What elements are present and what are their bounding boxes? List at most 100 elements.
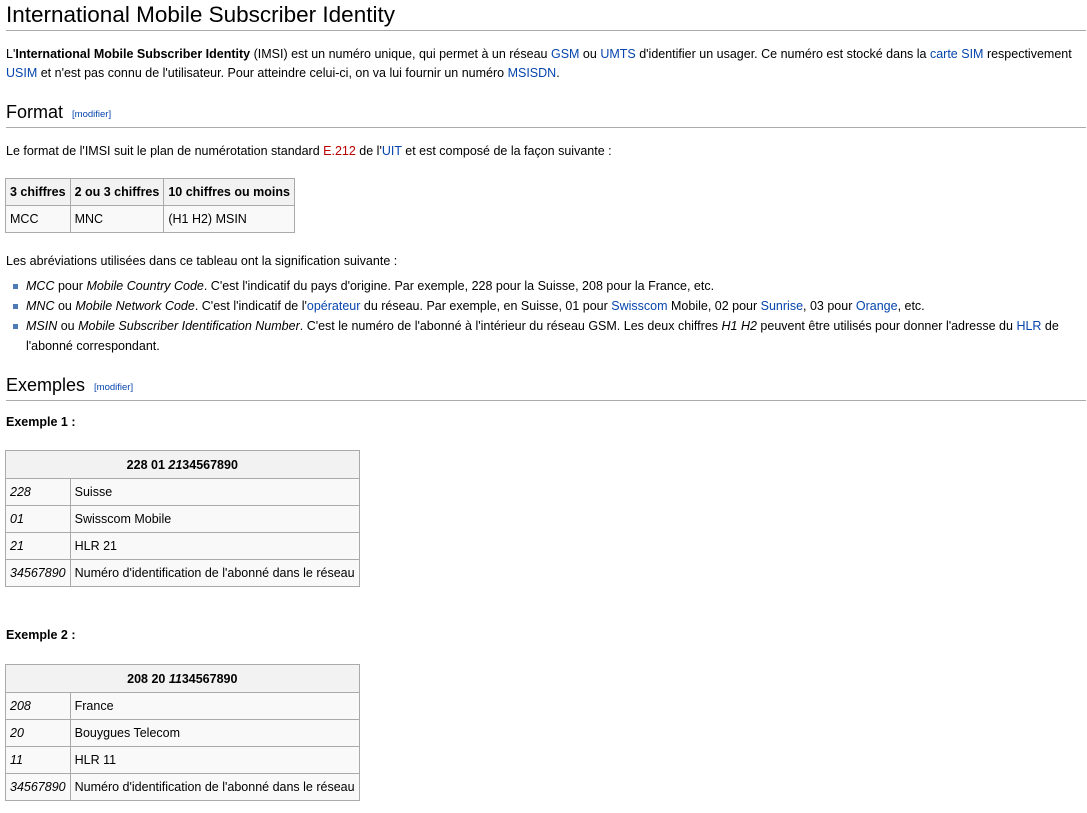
table-cell: (H1 H2) MSIN <box>163 205 295 233</box>
bullet-icon <box>13 324 18 329</box>
table-header-cell: 208 20 1134567890 <box>5 664 360 693</box>
abbreviations-intro: Les abréviations utilisées dans ce table… <box>6 254 398 268</box>
table-header-cell: 228 01 2134567890 <box>5 450 360 479</box>
table-row: 21 HLR 21 <box>5 532 360 560</box>
list-text: . C'est l'indicatif du pays d'origine. P… <box>203 279 715 293</box>
intro-text: ou <box>579 47 601 61</box>
table-cell: 34567890 <box>5 773 71 801</box>
format-table: 3 chiffres 2 ou 3 chiffres 10 chiffres o… <box>5 178 295 233</box>
code: 208 <box>10 699 31 713</box>
section-title: Exemples <box>6 375 86 395</box>
table-cell: 34567890 <box>5 559 71 587</box>
link-hlr[interactable]: HLR <box>1016 319 1041 333</box>
code: 01 <box>10 512 24 526</box>
link-gsm[interactable]: GSM <box>551 47 579 61</box>
imsi-part: 34567890 <box>182 457 238 472</box>
link-carte-sim[interactable]: carte SIM <box>930 47 984 61</box>
term: MNC <box>26 299 55 313</box>
table-cell: HLR 11 <box>69 746 360 774</box>
list-text: ou <box>54 299 76 313</box>
link-swisscom[interactable]: Swisscom <box>611 299 667 313</box>
page-title: International Mobile Subscriber Identity <box>6 0 1086 31</box>
table-cell: 11 <box>5 746 71 774</box>
table-row: 208 France <box>5 692 360 720</box>
list-text: . C'est l'indicatif de l' <box>194 299 307 313</box>
table-cell: Numéro d'identification de l'abonné dans… <box>69 559 360 587</box>
section-heading-format: Format [modifier] <box>6 100 1086 128</box>
intro-paragraph: L'International Mobile Subscriber Identi… <box>6 45 1084 82</box>
table-cell: Numéro d'identification de l'abonné dans… <box>69 773 360 801</box>
table-row: 34567890 Numéro d'identification de l'abo… <box>5 559 360 587</box>
link-umts[interactable]: UMTS <box>600 47 635 61</box>
table-row: 20 Bouygues Telecom <box>5 719 360 747</box>
intro-text: respectivement <box>983 47 1072 61</box>
table-header-cell: 3 chiffres <box>5 178 71 206</box>
list-item: MCC pour Mobile Country Code. C'est l'in… <box>6 276 1086 296</box>
table-cell: Swisscom Mobile <box>69 505 360 533</box>
format-text: de l' <box>355 144 382 158</box>
edit-exemples-link[interactable]: [modifier] <box>94 382 133 393</box>
list-text: , 03 pour <box>803 299 856 313</box>
term: MSIN <box>26 319 58 333</box>
table-header-cell: 2 ou 3 chiffres <box>69 178 165 206</box>
intro-text: (IMSI) est un numéro unique, qui permet … <box>250 47 551 61</box>
table-cell: MNC <box>69 205 165 233</box>
link-uit[interactable]: UIT <box>382 144 402 158</box>
link-orange[interactable]: Orange <box>856 299 898 313</box>
list-item: MSIN ou Mobile Subscriber Identification… <box>6 316 1086 356</box>
link-msisdn[interactable]: MSISDN <box>508 66 557 80</box>
format-text: et est composé de la façon suivante : <box>401 144 612 158</box>
code: 34567890 <box>10 566 66 580</box>
format-text: Le format de l'IMSI suit le plan de numé… <box>6 144 324 158</box>
example-2-table: 208 20 1134567890 208 France 20 Bouygues T… <box>5 664 360 801</box>
table-cell: France <box>69 692 360 720</box>
code: 228 <box>10 485 31 499</box>
format-paragraph: Le format de l'IMSI suit le plan de numé… <box>6 142 1084 161</box>
code: 20 <box>10 726 24 740</box>
table-header-row: 208 20 1134567890 <box>5 664 360 693</box>
term: MCC <box>26 279 55 293</box>
section-title: Format <box>6 102 64 122</box>
link-sunrise[interactable]: Sunrise <box>761 299 803 313</box>
intro-text: d'identifier un usager. Ce numéro est st… <box>635 47 930 61</box>
term: H1 H2 <box>721 319 757 333</box>
imsi-part: 34567890 <box>181 671 238 686</box>
table-header-cell: 10 chiffres ou moins <box>163 178 295 206</box>
table-header-row: 228 01 2134567890 <box>5 450 360 479</box>
intro-text: . <box>556 65 560 80</box>
article: International Mobile Subscriber Identity… <box>0 0 1087 813</box>
list-text: pour <box>54 279 87 293</box>
imsi-part: 11 <box>168 671 182 686</box>
table-header-row: 3 chiffres 2 ou 3 chiffres 10 chiffres o… <box>5 178 295 206</box>
edit-format-link[interactable]: [modifier] <box>72 109 111 120</box>
imsi-part: 228 01 <box>126 457 169 472</box>
intro-term: International Mobile Subscriber Identity <box>15 47 251 61</box>
list-item: MNC ou Mobile Network Code. C'est l'indi… <box>6 296 1086 316</box>
link-usim[interactable]: USIM <box>6 66 37 80</box>
table-cell: Suisse <box>69 478 360 506</box>
term: Mobile Subscriber Identification Number <box>78 319 300 333</box>
table-cell: 01 <box>5 505 71 533</box>
example-1-label: Exemple 1 : <box>6 415 76 429</box>
bullet-icon <box>13 304 18 309</box>
list-text: . C'est le numéro de l'abonné à l'intéri… <box>299 319 722 333</box>
table-cell: MCC <box>5 205 71 233</box>
list-text: du réseau. Par exemple, en Suisse, 01 po… <box>360 299 612 313</box>
imsi-part: 208 20 <box>127 671 169 686</box>
list-text: peuvent être utilisés pour donner l'adre… <box>756 319 1017 333</box>
term: Mobile Country Code <box>86 279 204 293</box>
list-text: ou <box>57 319 79 333</box>
intro-text: et n'est pas connu de l'utilisateur. Pou… <box>37 65 508 80</box>
imsi-part: 21 <box>168 457 183 472</box>
table-cell: 208 <box>5 692 71 720</box>
code: 21 <box>10 539 24 553</box>
bullet-icon <box>13 284 18 289</box>
section-heading-exemples: Exemples [modifier] <box>6 373 1086 401</box>
table-cell: HLR 21 <box>69 532 360 560</box>
link-operateur[interactable]: opérateur <box>307 299 361 313</box>
link-e212[interactable]: E.212 <box>323 144 356 158</box>
intro-text: L' <box>6 47 16 61</box>
table-row: MCC MNC (H1 H2) MSIN <box>5 205 295 233</box>
table-cell: 21 <box>5 532 71 560</box>
example-2-label: Exemple 2 : <box>6 628 76 642</box>
